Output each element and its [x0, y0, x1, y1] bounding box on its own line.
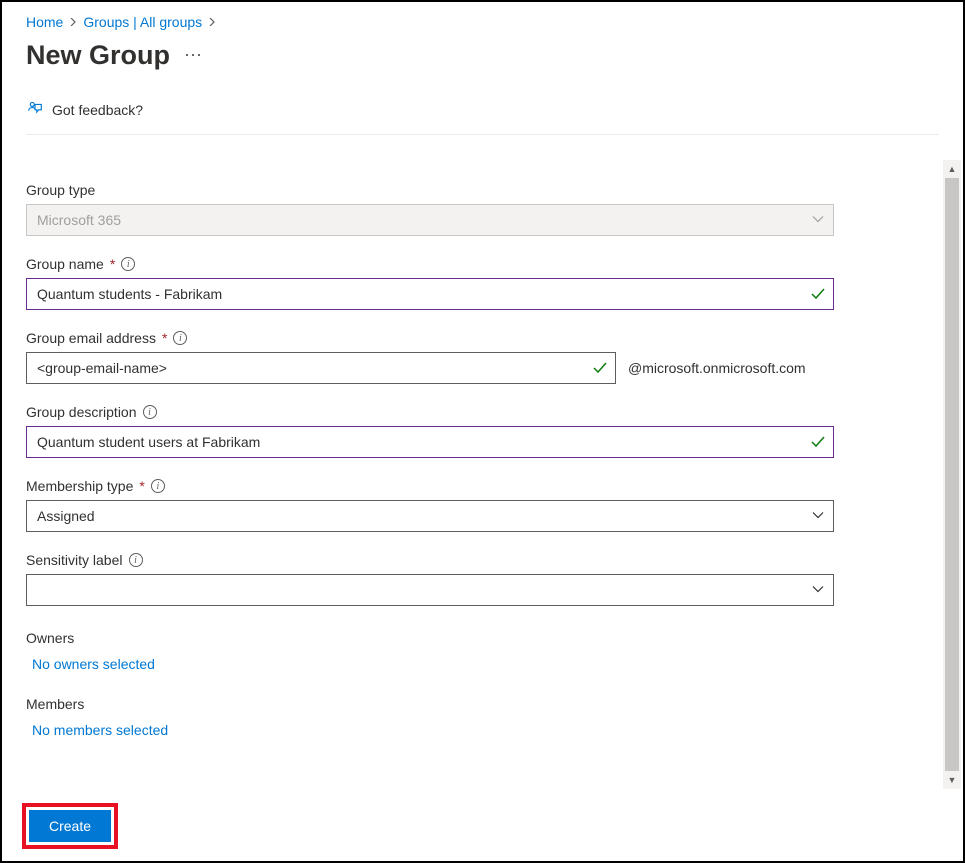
group-description-label: Group description [26, 404, 137, 420]
create-button[interactable]: Create [29, 810, 111, 842]
breadcrumb-home[interactable]: Home [26, 14, 63, 30]
chevron-right-icon [69, 15, 77, 29]
group-name-input[interactable] [26, 278, 834, 310]
info-icon[interactable]: i [129, 553, 143, 567]
scroll-thumb[interactable] [945, 178, 959, 771]
info-icon[interactable]: i [121, 257, 135, 271]
info-icon[interactable]: i [173, 331, 187, 345]
sensitivity-label-label: Sensitivity label [26, 552, 123, 568]
membership-type-label: Membership type [26, 478, 133, 494]
chevron-right-icon [208, 15, 216, 29]
sensitivity-label-select[interactable] [26, 574, 834, 606]
feedback-label: Got feedback? [52, 102, 143, 118]
members-link[interactable]: No members selected [26, 722, 939, 738]
group-name-label: Group name [26, 256, 104, 272]
create-button-highlight: Create [22, 803, 118, 849]
group-type-select[interactable] [26, 204, 834, 236]
members-heading: Members [26, 696, 939, 712]
breadcrumb-groups[interactable]: Groups | All groups [83, 14, 202, 30]
group-type-label: Group type [26, 182, 95, 198]
email-domain-suffix: @microsoft.onmicrosoft.com [628, 360, 806, 376]
required-asterisk: * [162, 330, 167, 346]
info-icon[interactable]: i [151, 479, 165, 493]
scroll-up-arrow[interactable]: ▲ [943, 160, 961, 178]
scrollbar[interactable]: ▲ ▼ [943, 160, 961, 789]
required-asterisk: * [110, 256, 115, 272]
feedback-link[interactable]: Got feedback? [26, 99, 939, 135]
group-email-input[interactable] [26, 352, 616, 384]
group-description-input[interactable] [26, 426, 834, 458]
scroll-down-arrow[interactable]: ▼ [943, 771, 961, 789]
owners-link[interactable]: No owners selected [26, 656, 939, 672]
owners-heading: Owners [26, 630, 939, 646]
info-icon[interactable]: i [143, 405, 157, 419]
group-email-label: Group email address [26, 330, 156, 346]
breadcrumb: Home Groups | All groups [26, 14, 939, 30]
feedback-icon [26, 99, 44, 120]
required-asterisk: * [139, 478, 144, 494]
page-title: New Group [26, 40, 170, 71]
membership-type-select[interactable] [26, 500, 834, 532]
more-icon[interactable]: ⋯ [184, 45, 203, 66]
